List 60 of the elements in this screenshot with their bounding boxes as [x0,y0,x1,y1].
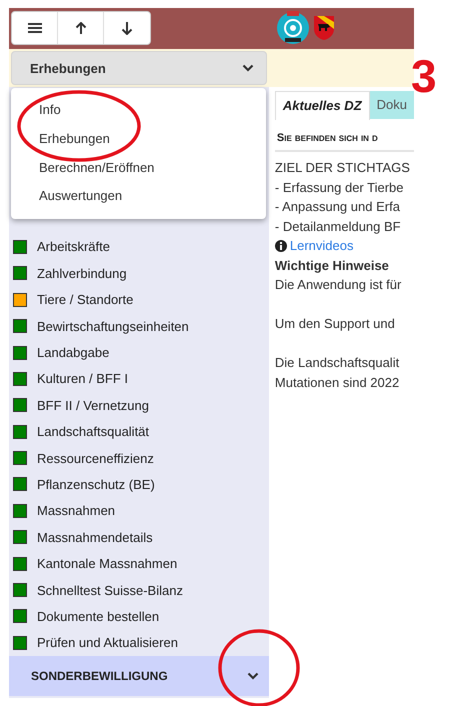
sidebar-item-label: Tiere / Standorte [37,292,134,308]
text-line: Die Anwendung ist für [274,276,402,294]
sidebar-item[interactable]: Massnahmendetails [9,524,269,550]
sidebar-item[interactable]: Arbeitskräfte [9,234,269,260]
sidebar-item[interactable]: Prüfen und Aktualisieren [9,630,269,656]
sidebar-item-label: Kantonale Massnahmen [37,556,178,572]
sidebar-item[interactable]: Bewirtschaftungseinheiten [9,312,269,340]
sidebar-item-label: Massnahmen [37,503,116,518]
video-link[interactable]: Lernvideos [290,236,354,256]
module-dropdown[interactable]: Erhebungen [11,51,267,85]
text-line: - Anpassung und Erfa [274,198,401,216]
chevron-down-icon [246,672,259,680]
sidebar-item-label: Landabgabe [37,345,110,360]
sidebar-item[interactable]: Dokumente bestellen [9,603,269,630]
sidebar-item[interactable]: Landschaftsqualität [9,418,269,445]
sidebar-item-label: BFF II / Vernetzung [37,398,149,413]
menu-item[interactable]: Info [11,96,266,125]
up-arrow-icon [74,22,86,35]
sidebar-item[interactable]: Massnahmen [9,498,269,524]
sidebar-item[interactable]: Kulturen / BFF I [9,366,269,392]
sidebar-item[interactable]: Landabgabe [9,339,269,366]
chevron-down-icon [242,64,254,72]
menu-item[interactable]: Erhebungen [11,124,266,154]
sidebar-item-label: Kulturen / BFF I [37,371,128,386]
sidebar-item[interactable]: Pflanzenschutz (BE) [9,471,269,498]
subheading: Wichtige Hinweise [274,256,390,275]
round-logo-icon [276,11,310,46]
text-line: - Erfassung der Tierbe [274,178,405,197]
text-line: ZIEL DER STICHTAGS [274,159,411,178]
tab[interactable]: Aktuelles DZ [274,91,370,120]
sidebar-item[interactable]: BFF II / Vernetzung [9,392,269,418]
sidebar-item-label: Landschaftsqualität [37,424,150,440]
sidebar-item-label: Ressourceneffizienz [37,450,154,466]
text-line: - Detailanmeldung BF [274,218,402,236]
sidebar-item-label: Pflanzenschutz (BE) [37,476,155,492]
text-line: Die Landschaftsqualit [274,354,400,372]
sidebar-item-label: Zahlverbindung [37,266,127,281]
text-line: Mutationen sind 2022 [274,374,400,392]
sidebar-item[interactable]: Zahlverbindung [9,260,269,287]
info-icon [274,240,287,252]
sidebar-item[interactable]: Kantonale Massnahmen [9,550,269,577]
sidebar-item-label: Dokumente bestellen [37,608,160,624]
menu-item[interactable]: Berechnen/Eröffnen [11,154,266,182]
sidebar-item-label: Schnelltest Suisse-Bilanz [37,582,183,598]
coat-of-arms-icon [313,15,335,42]
section-header[interactable]: SONDERBEWILLIGUNG [9,656,269,696]
step-number: 3 [411,50,437,102]
sidebar-item[interactable]: Ressourceneffizienz [9,444,269,472]
sidebar-item[interactable]: Tiere / Standorte [9,286,269,313]
menu-item[interactable]: Auswertungen [11,182,266,211]
tab[interactable]: Doku [370,91,414,120]
sidebar-item-label: Bewirtschaftungseinheiten [37,318,189,334]
sidebar-item-label: Massnahmendetails [37,530,153,545]
sidebar-item[interactable]: Schnelltest Suisse-Bilanz [9,576,269,604]
sidebar-item-label: Arbeitskräfte [37,239,110,254]
sidebar-item-label: Prüfen und Aktualisieren [37,635,178,650]
text-line: Um den Support und [274,315,396,334]
section-heading: Sie befinden sich in d [274,126,414,152]
down-arrow-icon [121,22,133,35]
menu-icon [28,22,42,34]
